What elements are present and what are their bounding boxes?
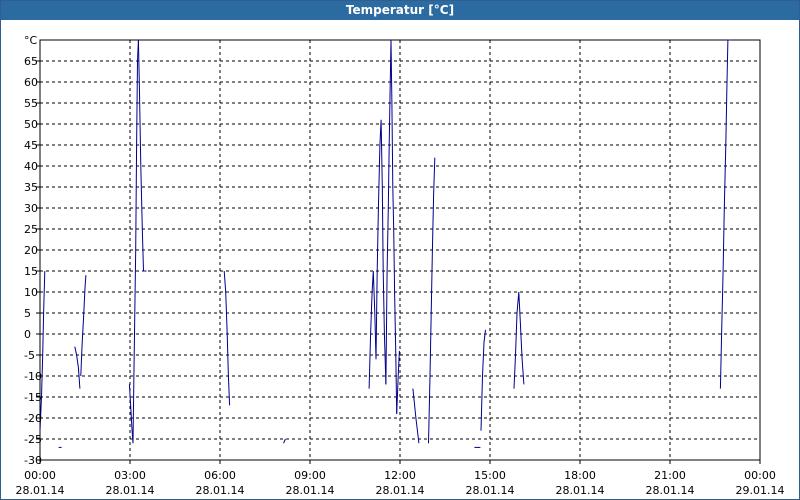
temperature-line-segment [513, 291, 525, 389]
y-axis-unit-label: °C [24, 34, 38, 47]
temperature-line-segment [137, 39, 147, 272]
y-tick-label: 35 [24, 181, 38, 194]
grid-lines [36, 40, 761, 464]
temperature-line-segment [74, 346, 81, 389]
temperature-line-segment [719, 39, 732, 389]
y-tick-label: -25 [24, 433, 42, 446]
y-tick-label: -15 [24, 391, 42, 404]
x-tick-date-label: 28.01.14 [646, 484, 695, 497]
y-tick-label: 45 [24, 139, 38, 152]
y-tick-label: 25 [24, 223, 38, 236]
x-tick-date-label: 29.01.14 [736, 484, 785, 497]
temperature-line-segment [428, 157, 436, 444]
temperature-line-segment [283, 438, 286, 444]
y-tick-label: 65 [24, 55, 38, 68]
y-tick-label: 40 [24, 160, 38, 173]
y-tick-label: 55 [24, 97, 38, 110]
temperature-line-segment [39, 270, 46, 431]
temperature-line-segment [385, 39, 392, 385]
x-tick-time-label: 18:00 [564, 469, 596, 482]
x-tick-time-label: 03:00 [114, 469, 146, 482]
x-axis-labels: 00:00 28.01.14 03:00 28.01.14 06:00 28.01.14 0… [16, 469, 785, 497]
y-tick-label: 5 [24, 307, 31, 320]
temperature-line-segment [375, 119, 387, 385]
x-tick-date-label: 28.01.14 [286, 484, 335, 497]
y-tick-label: -20 [24, 412, 42, 425]
x-tick-time-label: 06:00 [204, 469, 236, 482]
temperature-line-segment [480, 329, 486, 431]
x-tick-date-label: 28.01.14 [466, 484, 515, 497]
temperature-line-segment [223, 270, 231, 406]
y-tick-label: 15 [24, 265, 38, 278]
y-tick-label: 60 [24, 76, 38, 89]
temperature-chart: -30 -25 -20 -15 -10 -5 0 5 10 15 20 25 30 35 40 45 50 55 6… [16, 34, 785, 497]
y-tick-label: 20 [24, 244, 38, 257]
x-tick-time-label: 15:00 [474, 469, 506, 482]
temperature-line-segment [368, 270, 377, 389]
temperature-line-segment [132, 39, 139, 444]
y-tick-label: -5 [24, 349, 35, 362]
temperature-line-segment [80, 275, 87, 377]
x-tick-date-label: 28.01.14 [556, 484, 605, 497]
y-tick-label: 0 [24, 328, 31, 341]
x-tick-date-label: 28.01.14 [376, 484, 425, 497]
temperature-line-segment [396, 350, 400, 414]
x-tick-time-label: 00:00 [744, 469, 776, 482]
y-tick-label: 50 [24, 118, 38, 131]
x-tick-date-label: 28.01.14 [196, 484, 245, 497]
y-tick-label: -30 [24, 454, 42, 467]
temperature-line-segment [390, 39, 398, 414]
y-axis-labels: -30 -25 -20 -15 -10 -5 0 5 10 15 20 25 30 35 40 45 50 55 6… [24, 55, 42, 467]
series-layer [39, 39, 732, 448]
y-tick-label: 30 [24, 202, 38, 215]
x-tick-date-label: 28.01.14 [106, 484, 155, 497]
x-tick-time-label: 12:00 [384, 469, 416, 482]
y-tick-label: -10 [24, 370, 42, 383]
x-tick-time-label: 00:00 [24, 469, 56, 482]
y-tick-label: 10 [24, 286, 38, 299]
x-tick-time-label: 21:00 [654, 469, 686, 482]
x-tick-date-label: 28.01.14 [16, 484, 65, 497]
x-tick-time-label: 09:00 [294, 469, 326, 482]
